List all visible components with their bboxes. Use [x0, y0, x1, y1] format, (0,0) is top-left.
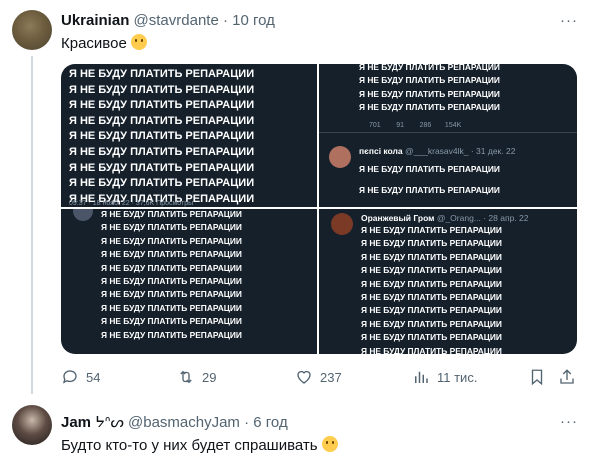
views-button[interactable]: 11 тис.	[412, 368, 477, 386]
repeated-text-line: Я НЕ БУДУ ПЛАТИТЬ РЕПАРАЦИИ	[361, 345, 502, 354]
panel-footer: 09:37 · 18 нояб. 22 · 37,6K Просмотры	[69, 200, 194, 207]
mini-views: 154K	[444, 122, 462, 129]
mini-retweets: 91	[396, 122, 405, 129]
tweet-text: Будто кто-то у них будет спрашивать	[61, 436, 338, 454]
repeated-text-line: Я НЕ БУДУ ПЛАТИТЬ РЕПАРАЦИИ	[69, 146, 255, 158]
more-options-icon[interactable]: ···	[560, 413, 578, 430]
retweet-icon	[180, 370, 192, 384]
smile-emoji-icon	[130, 34, 147, 50]
tweet-header: Ukrainian @stavrdante · 10 год	[61, 12, 275, 29]
repeated-text-line: Я НЕ БУДУ ПЛАТИТЬ РЕПАРАЦИИ	[69, 68, 255, 80]
panel-separator	[319, 132, 577, 133]
header-separator: ·	[244, 414, 250, 431]
repeated-text-line: Я НЕ БУДУ ПЛАТИТЬ РЕПАРАЦИИ	[69, 130, 255, 143]
mini-stats: 701 91 286 154K	[369, 122, 461, 129]
tweet-actions: 54 29 237 11 тис.	[61, 368, 581, 390]
author-handle[interactable]: @basmachyJam	[128, 414, 240, 431]
header-separator: ·	[222, 12, 228, 29]
author-name[interactable]: Ukrainian	[61, 12, 129, 29]
repeated-text-line: Я НЕ БУДУ ПЛАТИТЬ РЕПАРАЦИИ	[69, 83, 255, 96]
repeated-text-line: Я НЕ БУДУ ПЛАТИТЬ РЕПАРАЦИИ	[101, 235, 242, 246]
repeated-text-line: Я НЕ БУДУ ПЛАТИТЬ РЕПАРАЦИИ	[101, 209, 242, 219]
tweet-time[interactable]: 6 год	[253, 414, 287, 431]
reply-icon	[62, 370, 77, 384]
more-options-icon[interactable]: ···	[560, 12, 578, 29]
media-panel-1[interactable]: Я НЕ БУДУ ПЛАТИТЬ РЕПАРАЦИИ Я НЕ БУДУ ПЛА…	[61, 64, 317, 207]
reply-count: 54	[86, 369, 101, 385]
repeated-text-line: Я НЕ БУДУ ПЛАТИТЬ РЕПАРАЦИИ	[361, 292, 502, 302]
avatar-ukrainian[interactable]	[12, 10, 52, 50]
bookmark-icon	[531, 369, 543, 386]
repeated-text-line: Я НЕ БУДУ ПЛАТИТЬ РЕПАРАЦИИ	[69, 99, 255, 112]
author-name[interactable]: Jam	[61, 414, 91, 431]
repeated-text-line: Я НЕ БУДУ ПЛАТИТЬ РЕПАРАЦИИ	[101, 276, 242, 286]
retweet-count: 29	[202, 369, 217, 385]
repeated-text-line: Я НЕ БУДУ ПЛАТИТЬ РЕПАРАЦИИ	[69, 161, 255, 174]
repeated-text-line: Я НЕ БУДУ ПЛАТИТЬ РЕПАРАЦИИ	[101, 329, 242, 340]
retweet-button[interactable]: 29	[177, 368, 216, 386]
tweet-text: Красивое	[61, 34, 147, 52]
media-panel-2[interactable]: Я НЕ БУДУ ПЛАТИТЬ РЕПАРАЦИИ Я НЕ БУДУ ПЛА…	[319, 64, 577, 207]
repeated-text-line: Я НЕ БУДУ ПЛАТИТЬ РЕПАРАЦИИ	[361, 305, 502, 316]
like-count: 237	[320, 369, 342, 385]
mini-avatar	[331, 213, 353, 235]
repeated-text-line: Я НЕ БУДУ ПЛАТИТЬ РЕПАРАЦИИ	[361, 278, 502, 289]
tweet-header: Jam ᔭᐢᔕ @basmachyJam · 6 год	[61, 413, 288, 431]
repeated-text-line: Я НЕ БУДУ ПЛАТИТЬ РЕПАРАЦИИ	[359, 75, 500, 86]
thread-line	[31, 56, 33, 394]
mini-likes: 286	[419, 122, 432, 129]
repeated-text-line: Я НЕ БУДУ ПЛАТИТЬ РЕПАРАЦИИ	[359, 64, 500, 72]
hand-over-mouth-emoji-icon	[321, 436, 338, 452]
author-handle[interactable]: @stavrdante	[134, 12, 219, 29]
repeated-text-line: Я НЕ БУДУ ПЛАТИТЬ РЕПАРАЦИИ	[101, 249, 242, 260]
repeated-text-line: Я НЕ БУДУ ПЛАТИТЬ РЕПАРАЦИИ	[359, 88, 500, 99]
repeated-text-line: Я НЕ БУДУ ПЛАТИТЬ РЕПАРАЦИИ	[69, 114, 255, 127]
share-button[interactable]	[558, 368, 583, 386]
share-icon	[560, 369, 574, 384]
mini-header: пєпсі кола @___krasav4lk_ · 31 дек. 22	[359, 146, 516, 156]
repeated-text-line: Я НЕ БУДУ ПЛАТИТЬ РЕПАРАЦИИ	[101, 302, 242, 313]
mini-avatar	[73, 209, 93, 221]
repeated-text-line: Я НЕ БУДУ ПЛАТИТЬ РЕПАРАЦИИ	[361, 318, 502, 329]
bookmark-button[interactable]	[528, 368, 553, 386]
repeated-text-line: Я НЕ БУДУ ПЛАТИТЬ РЕПАРАЦИИ	[361, 225, 502, 235]
author-name-suffix: ᔭᐢᔕ	[95, 414, 124, 431]
repeated-text-line: Я НЕ БУДУ ПЛАТИТЬ РЕПАРАЦИИ	[69, 177, 255, 190]
avatar-jam[interactable]	[12, 405, 52, 445]
tweet-time[interactable]: 10 год	[232, 12, 275, 29]
mini-text: Я НЕ БУДУ ПЛАТИТЬ РЕПАРАЦИИ	[359, 185, 500, 195]
view-count: 11 тис.	[437, 369, 478, 385]
repeated-text-line: Я НЕ БУДУ ПЛАТИТЬ РЕПАРАЦИИ	[101, 316, 242, 327]
mini-header: Оранжевый Гром @_Orang... · 28 апр. 22	[361, 213, 529, 223]
repeated-text-line: Я НЕ БУДУ ПЛАТИТЬ РЕПАРАЦИИ	[361, 265, 502, 276]
media-panel-3[interactable]: Я НЕ БУДУ ПЛАТИТЬ РЕПАРАЦИИ Я НЕ БУДУ ПЛА…	[61, 209, 317, 354]
like-button[interactable]: 237	[295, 368, 342, 386]
repeated-text-line: Я НЕ БУДУ ПЛАТИТЬ РЕПАРАЦИИ	[361, 251, 502, 262]
mini-avatar	[329, 146, 351, 168]
mini-text: Я НЕ БУДУ ПЛАТИТЬ РЕПАРАЦИИ	[359, 164, 500, 174]
repeated-text-line: Я НЕ БУДУ ПЛАТИТЬ РЕПАРАЦИИ	[361, 238, 502, 249]
mini-replies: 701	[369, 122, 381, 129]
repeated-text-line: Я НЕ БУДУ ПЛАТИТЬ РЕПАРАЦИИ	[361, 332, 502, 343]
reply-button[interactable]: 54	[61, 368, 100, 386]
tweet-media[interactable]: Я НЕ БУДУ ПЛАТИТЬ РЕПАРАЦИИ Я НЕ БУДУ ПЛА…	[61, 64, 577, 354]
repeated-text-line: Я НЕ БУДУ ПЛАТИТЬ РЕПАРАЦИИ	[359, 101, 500, 112]
repeated-text-line: Я НЕ БУДУ ПЛАТИТЬ РЕПАРАЦИИ	[101, 262, 242, 273]
views-chart-icon	[415, 371, 428, 383]
heart-icon	[297, 370, 311, 384]
repeated-text-line: Я НЕ БУДУ ПЛАТИТЬ РЕПАРАЦИИ	[101, 222, 242, 233]
media-panel-4[interactable]: Оранжевый Гром @_Orang... · 28 апр. 22 Я…	[319, 209, 577, 354]
repeated-text-line: Я НЕ БУДУ ПЛАТИТЬ РЕПАРАЦИИ	[101, 289, 242, 300]
